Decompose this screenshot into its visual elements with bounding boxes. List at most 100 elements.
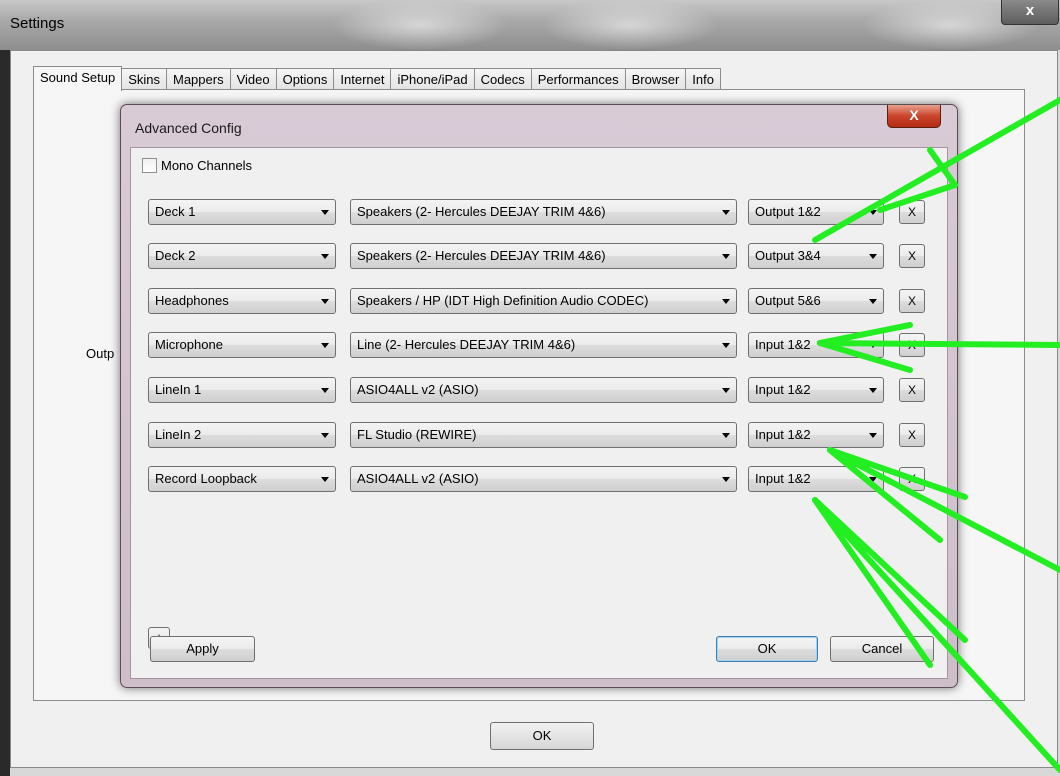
- remove-channel-button[interactable]: X: [899, 423, 925, 447]
- chevron-down-icon: [722, 433, 730, 438]
- tab-options[interactable]: Options: [275, 68, 335, 91]
- settings-tabs: Sound Setup Skins Mappers Video Options …: [33, 66, 721, 91]
- mono-channels-row[interactable]: Mono Channels: [142, 158, 252, 173]
- chevron-down-icon: [869, 343, 877, 348]
- device-select[interactable]: ASIO4ALL v2 (ASIO): [350, 466, 737, 492]
- settings-ok-button[interactable]: OK: [490, 722, 594, 750]
- port-select[interactable]: Input 1&2: [748, 332, 884, 358]
- titlebar-gloss: [540, 0, 720, 50]
- mono-channels-label: Mono Channels: [161, 158, 253, 173]
- remove-channel-button[interactable]: X: [899, 244, 925, 268]
- remove-channel-button-value: X: [907, 428, 916, 442]
- port-select-value: Output 3&4: [755, 248, 821, 263]
- port-select[interactable]: Input 1&2: [748, 422, 884, 448]
- device-select[interactable]: Speakers (2- Hercules DEEJAY TRIM 4&6): [350, 243, 737, 269]
- chevron-down-icon: [869, 477, 877, 482]
- ok-button[interactable]: OK: [716, 636, 818, 662]
- chevron-down-icon: [869, 433, 877, 438]
- chevron-down-icon: [869, 388, 877, 393]
- port-select-value: Output 1&2: [755, 204, 821, 219]
- chevron-down-icon: [722, 477, 730, 482]
- chevron-down-icon: [321, 210, 329, 215]
- tab-browser[interactable]: Browser: [624, 68, 687, 91]
- channel-select[interactable]: LineIn 1: [148, 377, 336, 403]
- mono-channels-checkbox[interactable]: [142, 158, 157, 173]
- port-select-value: Output 5&6: [755, 293, 821, 308]
- channel-select[interactable]: Headphones: [148, 288, 336, 314]
- remove-channel-button-value: X: [907, 205, 916, 219]
- settings-titlebar: Settings x: [0, 0, 1060, 50]
- tab-skins[interactable]: Skins: [121, 68, 167, 91]
- remove-channel-button-value: X: [907, 249, 916, 263]
- device-select[interactable]: Speakers / HP (IDT High Definition Audio…: [350, 288, 737, 314]
- remove-channel-button-value: X: [907, 294, 916, 308]
- port-select[interactable]: Input 1&2: [748, 377, 884, 403]
- channel-select-value: Microphone: [155, 337, 223, 352]
- tab-internet[interactable]: Internet: [333, 68, 392, 91]
- device-select[interactable]: Line (2- Hercules DEEJAY TRIM 4&6): [350, 332, 737, 358]
- dialog-title: Advanced Config: [135, 120, 242, 136]
- tab-info[interactable]: Info: [685, 68, 721, 91]
- output-label-partial: Outp: [86, 346, 115, 361]
- device-select-value: ASIO4ALL v2 (ASIO): [357, 471, 479, 486]
- chevron-down-icon: [321, 299, 329, 304]
- channel-select[interactable]: Deck 2: [148, 243, 336, 269]
- port-select[interactable]: Output 5&6: [748, 288, 884, 314]
- tab-codecs[interactable]: Codecs: [473, 68, 532, 91]
- channel-select[interactable]: LineIn 2: [148, 422, 336, 448]
- advanced-config-dialog: Advanced Config X Mono Channels Deck 1 Sp…: [120, 104, 958, 688]
- apply-button[interactable]: Apply: [150, 636, 255, 662]
- device-select[interactable]: FL Studio (REWIRE): [350, 422, 737, 448]
- dialog-close-button[interactable]: X: [887, 105, 941, 128]
- remove-channel-button[interactable]: X: [899, 467, 925, 491]
- port-select-value: Input 1&2: [755, 337, 811, 352]
- device-select-value: FL Studio (REWIRE): [357, 427, 477, 442]
- chevron-down-icon: [722, 210, 730, 215]
- remove-channel-button[interactable]: X: [899, 333, 925, 357]
- remove-channel-button[interactable]: X: [899, 289, 925, 313]
- port-select-value: Input 1&2: [755, 427, 811, 442]
- remove-channel-button-value: X: [907, 383, 916, 397]
- left-edge-strip: [0, 50, 10, 776]
- channel-select-value: LineIn 2: [155, 427, 202, 442]
- chevron-down-icon: [722, 254, 730, 259]
- channel-select-value: LineIn 1: [155, 382, 202, 397]
- channel-select[interactable]: Record Loopback: [148, 466, 336, 492]
- device-select[interactable]: ASIO4ALL v2 (ASIO): [350, 377, 737, 403]
- tab-iphone-ipad[interactable]: iPhone/iPad: [390, 68, 475, 91]
- channel-select-value: Headphones: [155, 293, 229, 308]
- chevron-down-icon: [722, 299, 730, 304]
- chevron-down-icon: [321, 388, 329, 393]
- channel-select-value: Deck 2: [155, 248, 196, 263]
- settings-window-title: Settings: [10, 15, 65, 32]
- chevron-down-icon: [869, 254, 877, 259]
- chevron-down-icon: [722, 343, 730, 348]
- port-select[interactable]: Output 1&2: [748, 199, 884, 225]
- chevron-down-icon: [722, 388, 730, 393]
- tab-video[interactable]: Video: [229, 68, 277, 91]
- chevron-down-icon: [321, 343, 329, 348]
- tab-performances[interactable]: Performances: [530, 68, 626, 91]
- cancel-button[interactable]: Cancel: [830, 636, 934, 662]
- port-select[interactable]: Output 3&4: [748, 243, 884, 269]
- remove-channel-button[interactable]: X: [899, 200, 925, 224]
- channel-select[interactable]: Microphone: [148, 332, 336, 358]
- remove-channel-button-value: X: [907, 338, 916, 352]
- chevron-down-icon: [321, 433, 329, 438]
- tab-sound-setup[interactable]: Sound Setup: [33, 66, 123, 91]
- port-select[interactable]: Input 1&2: [748, 466, 884, 492]
- tab-mappers[interactable]: Mappers: [165, 68, 231, 91]
- device-select-value: Speakers (2- Hercules DEEJAY TRIM 4&6): [357, 248, 606, 263]
- chevron-down-icon: [869, 210, 877, 215]
- device-select-value: Line (2- Hercules DEEJAY TRIM 4&6): [357, 337, 576, 352]
- device-select[interactable]: Speakers (2- Hercules DEEJAY TRIM 4&6): [350, 199, 737, 225]
- device-select-value: Speakers (2- Hercules DEEJAY TRIM 4&6): [357, 204, 606, 219]
- port-select-value: Input 1&2: [755, 471, 811, 486]
- channel-select[interactable]: Deck 1: [148, 199, 336, 225]
- settings-close-button[interactable]: x: [1001, 0, 1059, 25]
- titlebar-gloss: [330, 0, 510, 50]
- device-select-value: ASIO4ALL v2 (ASIO): [357, 382, 479, 397]
- chevron-down-icon: [869, 299, 877, 304]
- channel-select-value: Deck 1: [155, 204, 196, 219]
- remove-channel-button[interactable]: X: [899, 378, 925, 402]
